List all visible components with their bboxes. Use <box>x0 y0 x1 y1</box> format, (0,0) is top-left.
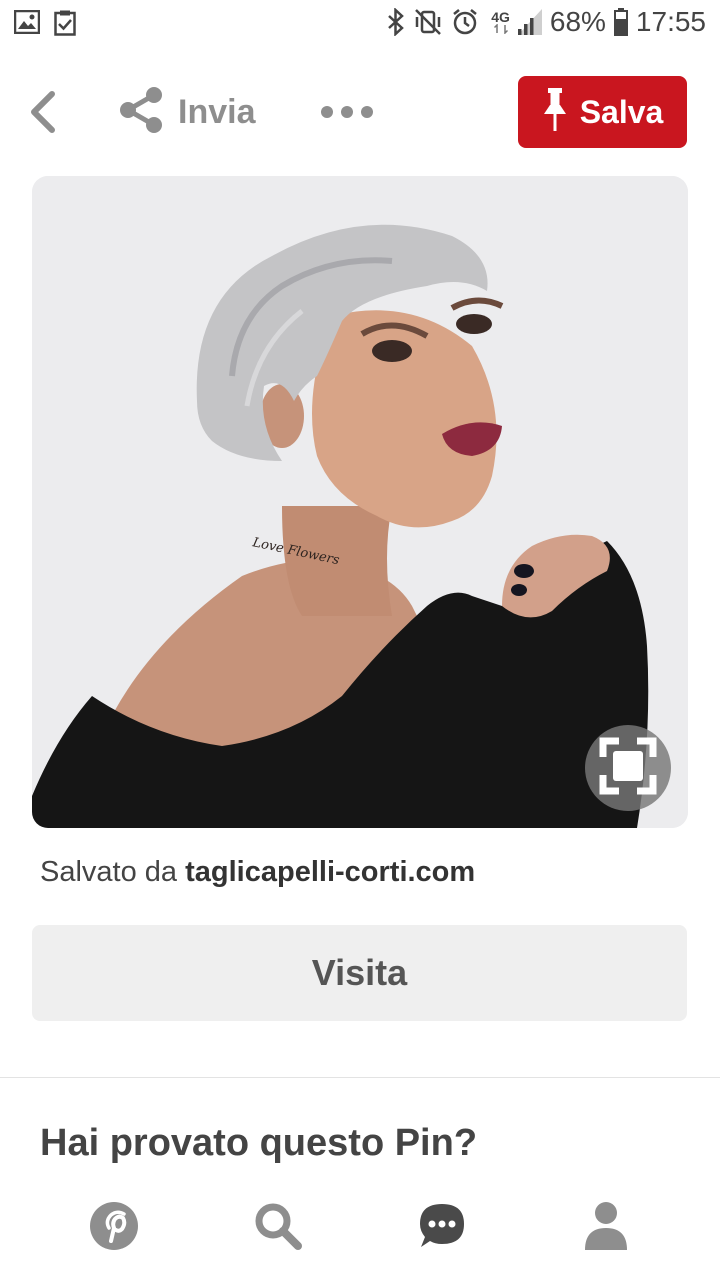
nav-messages-button[interactable] <box>414 1200 470 1256</box>
visual-search-icon <box>599 737 657 800</box>
nav-search-button[interactable] <box>250 1200 306 1256</box>
saved-from-prefix: Salvato da <box>40 856 178 888</box>
pin-icon <box>542 87 568 137</box>
share-button[interactable]: Invia <box>118 86 255 138</box>
pinterest-logo-icon <box>89 1201 139 1256</box>
status-bar-right: 4G 68% 17:55 <box>387 6 706 38</box>
share-label: Invia <box>178 92 256 131</box>
alarm-icon <box>451 8 479 36</box>
status-bar-left <box>14 10 76 36</box>
source-domain-link[interactable]: taglicapelli-corti.com <box>185 856 475 888</box>
battery-icon <box>613 8 628 36</box>
nav-profile-button[interactable] <box>578 1200 634 1256</box>
network-type-icon: 4G <box>491 10 510 34</box>
vibrate-mute-icon <box>413 8 443 36</box>
chat-bubble-icon <box>417 1201 467 1256</box>
signal-icon <box>517 9 542 35</box>
section-divider <box>0 1077 720 1078</box>
more-dots-icon <box>320 106 374 130</box>
bottom-navigation <box>0 1190 720 1260</box>
save-label: Salva <box>579 93 664 130</box>
chevron-left-icon <box>26 91 66 138</box>
tried-this-pin-title: Hai provato questo Pin? <box>40 1122 478 1164</box>
portrait-photo: Love Flowers <box>32 176 688 828</box>
visit-button[interactable]: Visita <box>32 925 687 1021</box>
pin-toolbar: Invia Salva <box>0 72 720 152</box>
visit-label: Visita <box>311 952 408 993</box>
battery-percent: 68% <box>549 6 606 37</box>
saved-from-text: Salvato da taglicapelli-corti.com <box>40 856 475 889</box>
status-time: 17:55 <box>635 6 706 37</box>
status-bar: 4G 68% 17:55 <box>0 0 720 48</box>
more-options-button[interactable] <box>320 98 374 126</box>
search-icon <box>252 1200 304 1257</box>
visual-search-button[interactable] <box>585 725 671 811</box>
save-button[interactable]: Salva <box>518 76 687 148</box>
nav-home-button[interactable] <box>86 1200 142 1256</box>
bluetooth-icon <box>387 8 405 36</box>
pin-image[interactable]: Love Flowers <box>32 176 688 828</box>
gallery-icon <box>14 10 40 36</box>
clipboard-check-icon <box>54 10 76 36</box>
back-button[interactable] <box>26 90 66 134</box>
profile-icon <box>583 1200 629 1257</box>
share-icon <box>118 86 164 139</box>
